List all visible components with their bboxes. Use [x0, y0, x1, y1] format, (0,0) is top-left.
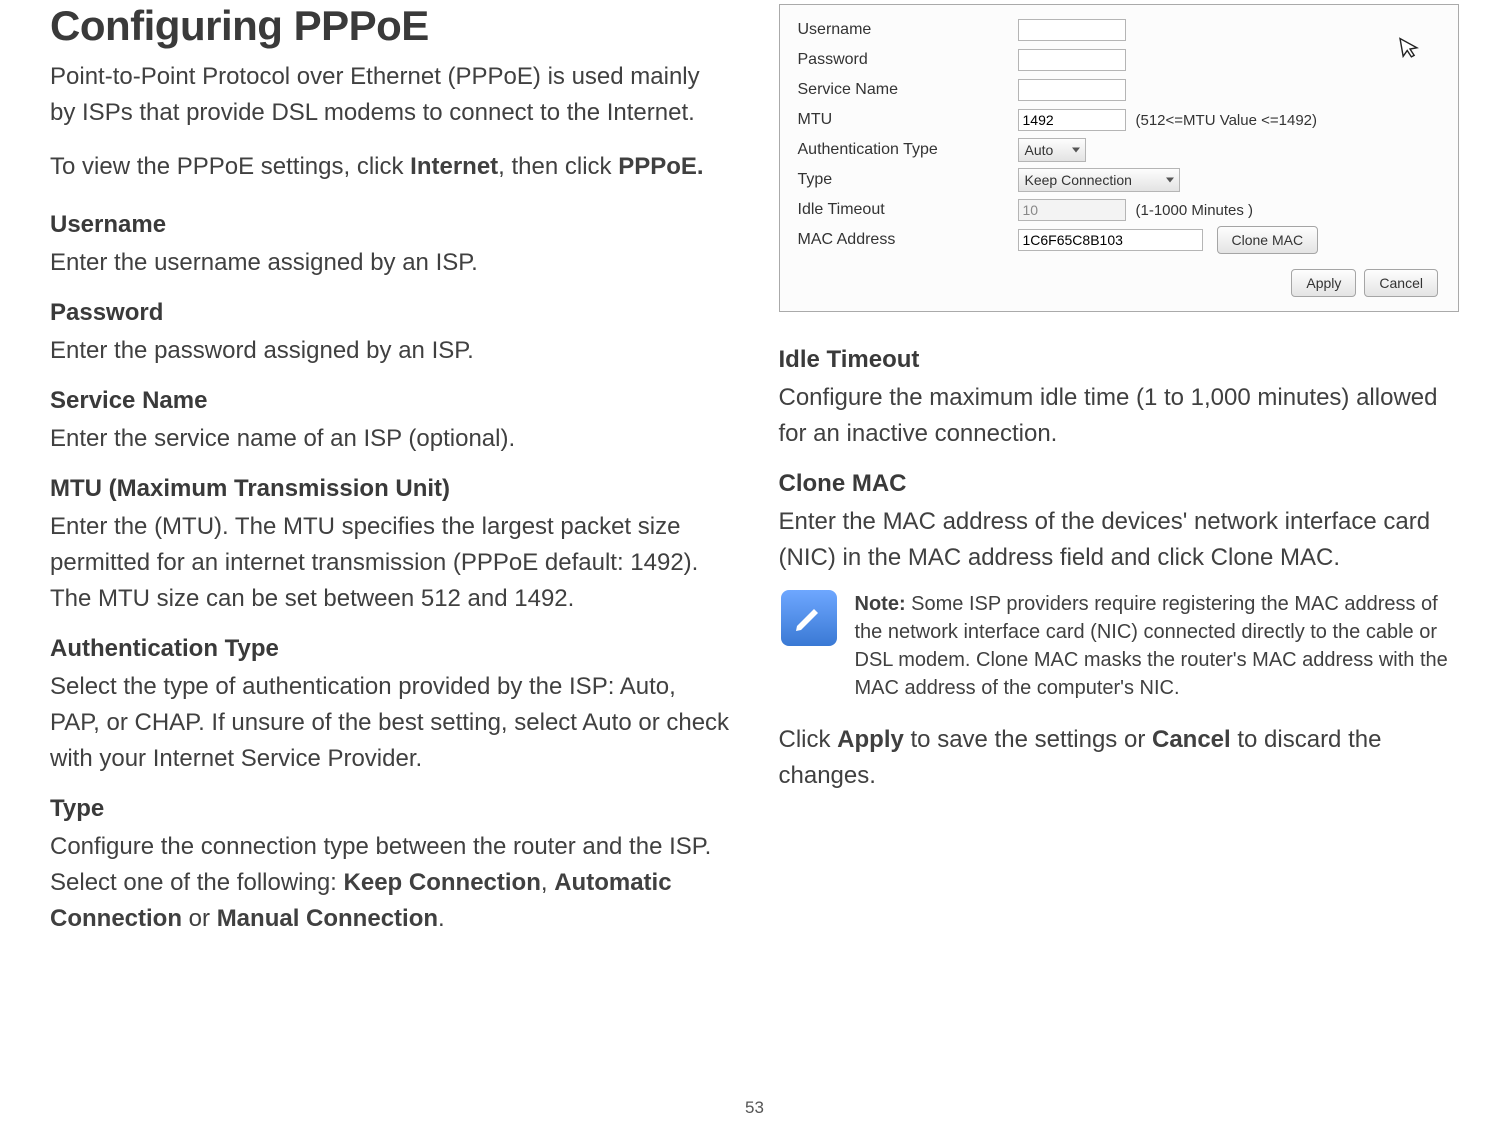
username-input[interactable]: [1018, 19, 1126, 41]
body-idle-timeout: Configure the maximum idle time (1 to 1,…: [779, 380, 1460, 452]
label-username: Username: [798, 22, 1018, 38]
auth-type-select[interactable]: Auto: [1018, 138, 1086, 162]
type-select[interactable]: Keep Connection: [1018, 168, 1180, 192]
heading-username: Username: [50, 207, 731, 243]
label-idle-timeout: Idle Timeout: [798, 202, 1018, 218]
page-title: Configuring PPPoE: [50, 0, 731, 57]
nav-instruction: To view the PPPoE settings, click Intern…: [50, 149, 731, 185]
label-mtu: MTU: [798, 112, 1018, 128]
body-mtu: Enter the (MTU). The MTU specifies the l…: [50, 509, 731, 617]
note-text: Note: Some ISP providers require registe…: [855, 590, 1460, 702]
label-type: Type: [798, 172, 1018, 188]
body-auth-type: Select the type of authentication provid…: [50, 669, 731, 777]
idle-timeout-hint: (1-1000 Minutes ): [1136, 203, 1254, 218]
heading-mtu: MTU (Maximum Transmission Unit): [50, 471, 731, 507]
note-block: Note: Some ISP providers require registe…: [781, 590, 1460, 702]
heading-password: Password: [50, 295, 731, 331]
body-clone-mac: Enter the MAC address of the devices' ne…: [779, 504, 1460, 576]
heading-auth-type: Authentication Type: [50, 631, 731, 667]
pppoe-settings-panel: Username Password Service Name MTU (512<…: [779, 4, 1460, 312]
mtu-hint: (512<=MTU Value <=1492): [1136, 113, 1318, 128]
body-username: Enter the username assigned by an ISP.: [50, 245, 731, 281]
label-password: Password: [798, 52, 1018, 68]
service-name-input[interactable]: [1018, 79, 1126, 101]
idle-timeout-input[interactable]: [1018, 199, 1126, 221]
password-input[interactable]: [1018, 49, 1126, 71]
apply-cancel-instruction: Click Apply to save the settings or Canc…: [779, 722, 1460, 794]
label-service-name: Service Name: [798, 82, 1018, 98]
body-service-name: Enter the service name of an ISP (option…: [50, 421, 731, 457]
heading-idle-timeout: Idle Timeout: [779, 342, 1460, 378]
mtu-input[interactable]: [1018, 109, 1126, 131]
clone-mac-button[interactable]: Clone MAC: [1217, 226, 1319, 254]
body-password: Enter the password assigned by an ISP.: [50, 333, 731, 369]
page-number: 53: [745, 1095, 764, 1121]
label-mac-address: MAC Address: [798, 232, 1018, 248]
heading-type: Type: [50, 791, 731, 827]
body-type: Configure the connection type between th…: [50, 829, 731, 937]
label-auth-type: Authentication Type: [798, 142, 1018, 158]
mac-address-input[interactable]: [1018, 229, 1203, 251]
apply-button[interactable]: Apply: [1291, 269, 1356, 297]
heading-service-name: Service Name: [50, 383, 731, 419]
note-icon: [781, 590, 837, 646]
cancel-button[interactable]: Cancel: [1364, 269, 1438, 297]
intro-text: Point-to-Point Protocol over Ethernet (P…: [50, 59, 731, 131]
heading-clone-mac: Clone MAC: [779, 466, 1460, 502]
